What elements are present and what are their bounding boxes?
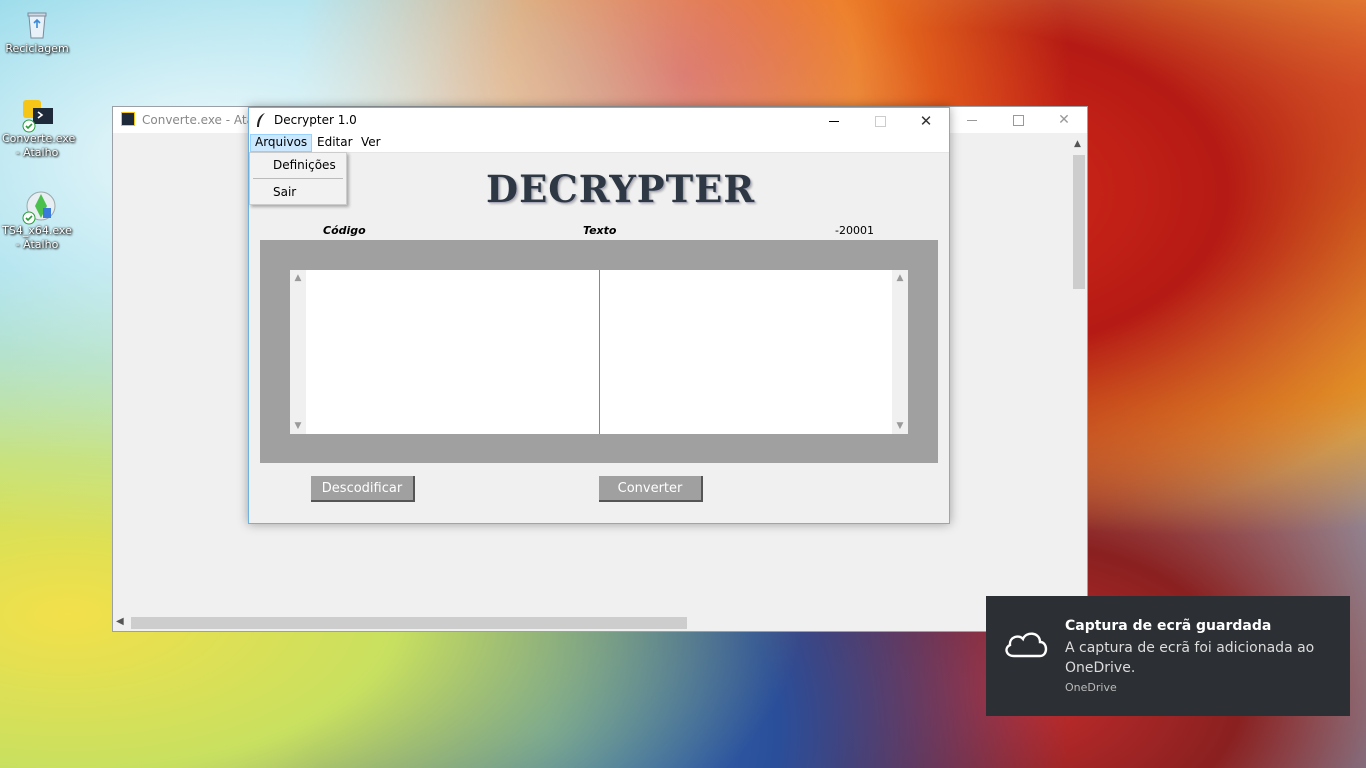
menu-separator xyxy=(253,178,343,179)
close-icon: ✕ xyxy=(919,112,933,130)
scroll-up-icon[interactable]: ▲ xyxy=(1074,139,1081,149)
desktop-icon-label: TS4_x64.exe - Atalho xyxy=(2,224,72,251)
minimize-icon xyxy=(829,120,839,122)
minimize-button[interactable] xyxy=(811,108,857,134)
codigo-textarea[interactable] xyxy=(307,270,599,434)
feather-icon xyxy=(255,112,267,131)
scroll-thumb[interactable] xyxy=(1073,155,1085,289)
onedrive-notification[interactable]: Captura de ecrã guardada A captura de ec… xyxy=(986,596,1350,716)
recycle-bin-icon xyxy=(21,8,53,40)
menu-item-sair[interactable]: Sair xyxy=(273,185,296,199)
vertical-scrollbar[interactable]: ▲ xyxy=(1071,137,1087,615)
close-button[interactable]: ✕ xyxy=(903,108,949,134)
notification-source: OneDrive xyxy=(1065,681,1117,694)
app-icon xyxy=(121,112,135,126)
desktop-icon-label: Reciclagem xyxy=(5,42,69,55)
minimize-icon xyxy=(967,119,977,121)
decrypter-window: Decrypter 1.0 ✕ Arquivos Editar Ver DECR… xyxy=(248,107,950,524)
codigo-label: Código xyxy=(323,224,366,237)
texto-label: Texto xyxy=(583,224,617,237)
close-button[interactable]: ✕ xyxy=(1041,107,1087,133)
minimize-button[interactable] xyxy=(949,107,995,133)
scroll-up-icon[interactable]: ▲ xyxy=(290,270,306,286)
notification-message: A captura de ecrã foi adicionada ao OneD… xyxy=(1065,640,1315,676)
menu-item-definicoes[interactable]: Definições xyxy=(273,158,336,172)
descodificar-button[interactable]: Descodificar xyxy=(311,476,415,502)
maximize-button[interactable] xyxy=(857,108,903,134)
scroll-left-icon[interactable]: ◀ xyxy=(116,616,124,627)
text-area-container: ▲ ▼ ▲ ▼ xyxy=(290,270,908,434)
desktop-icon-label: Converte.exe - Atalho xyxy=(2,132,76,159)
text-panel: ▲ ▼ ▲ ▼ xyxy=(260,240,938,463)
maximize-icon xyxy=(1012,114,1024,126)
desktop-icon-recycle-bin[interactable]: Reciclagem xyxy=(2,8,72,56)
window-title: Decrypter 1.0 xyxy=(274,113,357,127)
title-bar: Decrypter 1.0 ✕ xyxy=(249,108,949,133)
notification-title: Captura de ecrã guardada xyxy=(1065,618,1272,634)
menu-ver[interactable]: Ver xyxy=(357,135,385,151)
scroll-thumb[interactable] xyxy=(131,617,687,629)
menu-bar: Arquivos Editar Ver xyxy=(249,133,949,153)
main-content: DECRYPTER Código Texto -20001 ▲ ▼ ▲ ▼ De… xyxy=(249,153,949,523)
scroll-down-icon[interactable]: ▼ xyxy=(290,418,306,434)
close-icon: ✕ xyxy=(1058,112,1070,128)
converter-button[interactable]: Converter xyxy=(599,476,703,502)
python-shortcut-icon xyxy=(21,98,53,133)
counter-value: -20001 xyxy=(835,224,874,237)
menu-editar[interactable]: Editar xyxy=(313,135,357,151)
sims-shortcut-icon xyxy=(21,190,56,225)
left-scrollbar[interactable]: ▲ ▼ xyxy=(290,270,306,434)
right-scrollbar[interactable]: ▲ ▼ xyxy=(892,270,908,434)
menu-arquivos[interactable]: Arquivos xyxy=(250,134,313,152)
maximize-icon xyxy=(874,115,886,127)
maximize-button[interactable] xyxy=(995,107,1041,133)
app-logo: DECRYPTER xyxy=(486,167,756,211)
texto-textarea[interactable] xyxy=(600,270,892,434)
desktop-icon-ts4[interactable]: TS4_x64.exe - Atalho xyxy=(2,190,72,252)
desktop-icon-converte[interactable]: Converte.exe - Atalho xyxy=(2,98,76,160)
scroll-down-icon[interactable]: ▼ xyxy=(892,418,908,434)
scroll-up-icon[interactable]: ▲ xyxy=(892,270,908,286)
arquivos-dropdown: Definições Sair xyxy=(249,152,347,205)
cloud-icon xyxy=(1002,626,1050,660)
horizontal-scrollbar[interactable]: ◀ xyxy=(113,615,1087,631)
